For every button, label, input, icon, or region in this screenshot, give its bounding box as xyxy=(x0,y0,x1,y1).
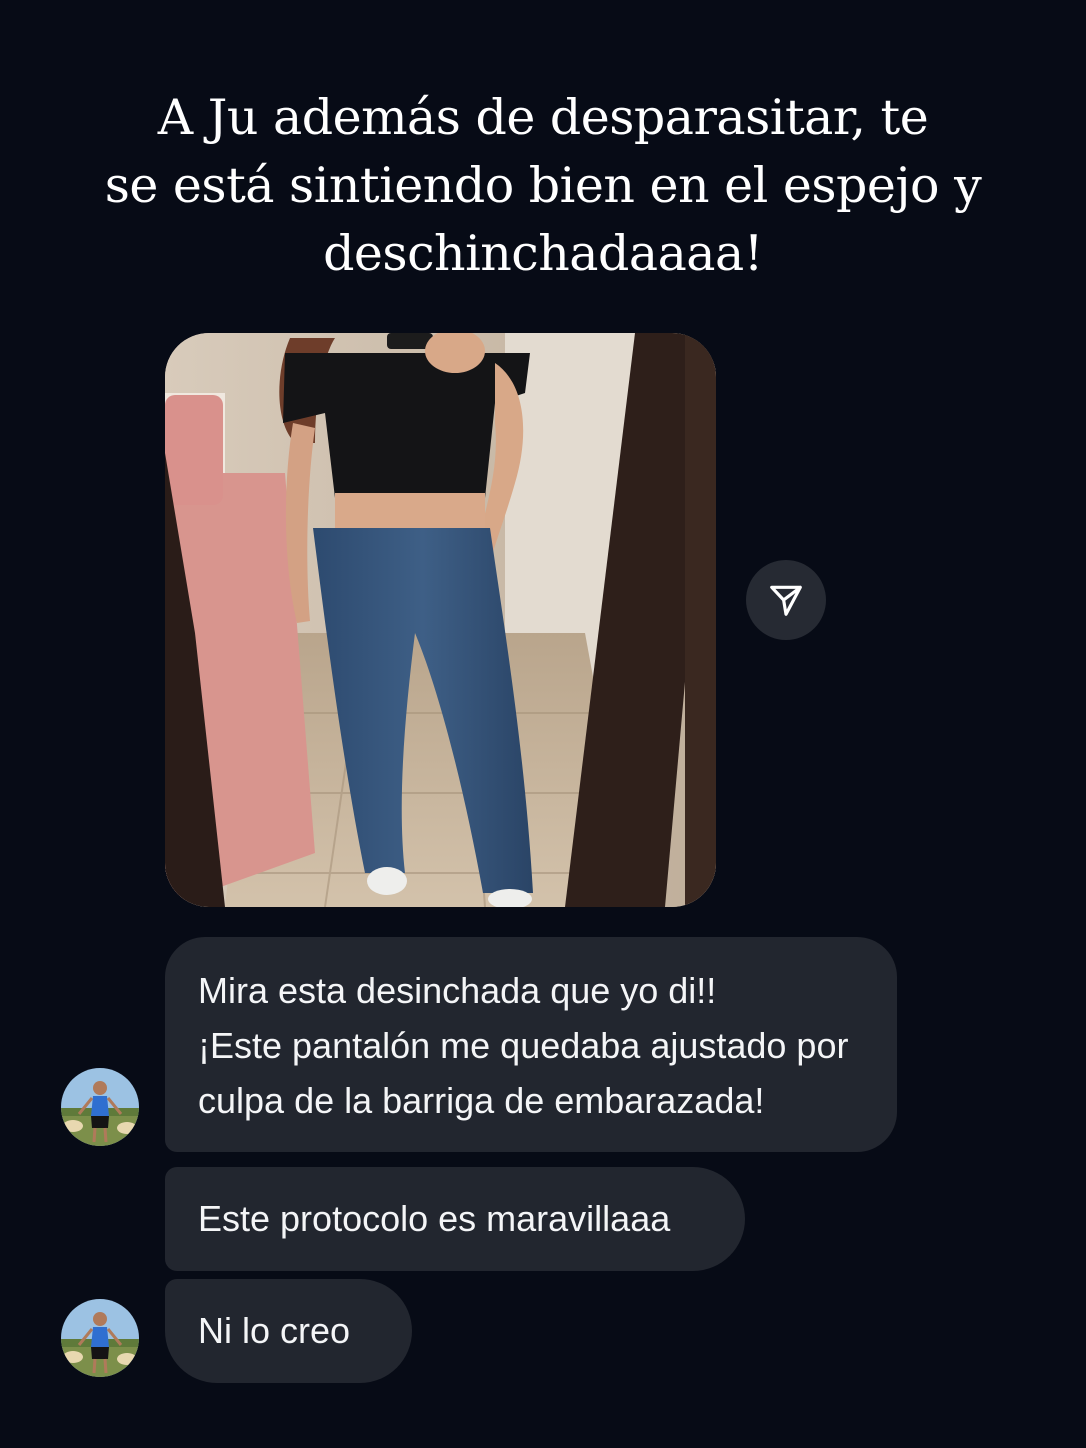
message-line: ¡Este pantalón me quedaba ajustado por xyxy=(198,1025,849,1066)
mirror-selfie-photo xyxy=(165,333,716,907)
message-line: Este protocolo es maravillaaa xyxy=(198,1198,671,1239)
share-button[interactable] xyxy=(746,560,826,640)
sender-avatar[interactable] xyxy=(61,1068,139,1146)
user-avatar-icon xyxy=(61,1068,139,1146)
paper-plane-icon xyxy=(770,585,802,616)
user-avatar-icon xyxy=(61,1299,139,1377)
headline-line-1: A Ju además de desparasitar, te xyxy=(157,89,929,146)
photo-message[interactable] xyxy=(165,333,716,907)
message-bubble[interactable]: Ni lo creo xyxy=(165,1279,412,1383)
message-line: Mira esta desinchada que yo di!! xyxy=(198,970,717,1011)
headline-line-2: se está sintiendo bien en el espejo y xyxy=(104,157,982,214)
message-line: Ni lo creo xyxy=(198,1310,351,1351)
message-bubble[interactable]: Mira esta desinchada que yo di!! ¡Este p… xyxy=(165,937,897,1152)
message-line: culpa de la barriga de embarazada! xyxy=(198,1080,765,1121)
headline-line-3: deschinchadaaaa! xyxy=(323,225,763,282)
story-headline: A Ju además de desparasitar, te se está … xyxy=(60,84,1026,288)
message-bubble[interactable]: Este protocolo es maravillaaa xyxy=(165,1167,745,1271)
sender-avatar[interactable] xyxy=(61,1299,139,1377)
